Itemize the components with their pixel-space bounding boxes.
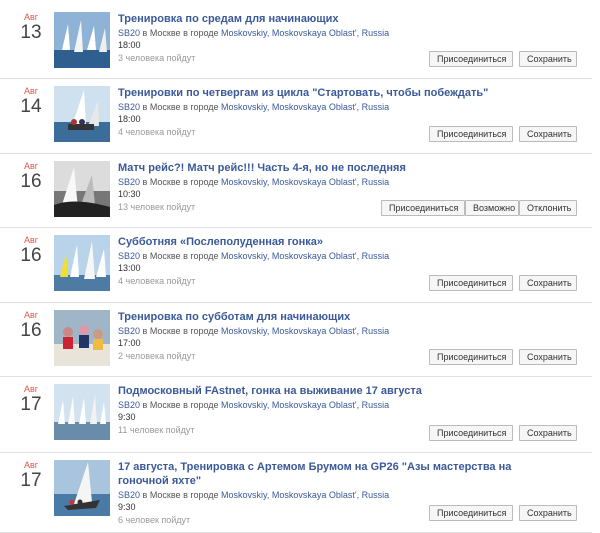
event-location: SB20 в Москве в городе Moskovskiy, Mosko… — [118, 250, 538, 262]
event-title-link[interactable]: Тренировки по четвергам из цикла "Старто… — [118, 86, 538, 100]
maybe-button[interactable]: Возможно — [465, 200, 519, 216]
event-month: Авг — [23, 235, 39, 245]
save-button[interactable]: Сохранить — [519, 51, 577, 67]
event-venue-link[interactable]: SB20 — [118, 251, 140, 261]
event-day: 13 — [20, 22, 42, 43]
event-location: SB20 в Москве в городе Moskovskiy, Mosko… — [118, 176, 538, 188]
event-venue-link[interactable]: SB20 — [118, 102, 140, 112]
event-day: 16 — [20, 171, 42, 192]
event-row: Авг 16 Тренировка по субботам для начина… — [0, 302, 592, 377]
event-time: 18:00 — [118, 40, 141, 50]
event-title-link[interactable]: Подмосковный FAstnet, гонка на выживание… — [118, 384, 538, 398]
event-title-link[interactable]: 17 августа, Тренировка с Артемом Брумом … — [118, 460, 538, 488]
event-date: Авг 17 — [10, 384, 52, 416]
join-button[interactable]: Присоединиться — [429, 275, 513, 291]
event-row: Авг 16 Матч рейс?! Матч рейс!!! Часть 4-… — [0, 153, 592, 228]
event-location: SB20 в Москве в городе Moskovskiy, Mosko… — [118, 399, 538, 411]
event-date: Авг 13 — [10, 12, 52, 44]
event-venue-link[interactable]: SB20 — [118, 326, 140, 336]
join-button[interactable]: Присоединиться — [429, 505, 513, 521]
join-button[interactable]: Присоединиться — [429, 126, 513, 142]
event-photo[interactable] — [54, 12, 110, 68]
event-location-prep: в Москве — [142, 326, 181, 336]
event-title-link[interactable]: Тренировка по средам для начинающих — [118, 12, 538, 26]
save-button[interactable]: Сохранить — [519, 425, 577, 441]
event-location-prep: в городе — [183, 251, 219, 261]
event-row: Авг 14 Тренировки по четвергам из цикла … — [0, 78, 592, 154]
event-date: Авг 16 — [10, 310, 52, 342]
event-photo[interactable] — [54, 460, 110, 516]
event-month: Авг — [23, 384, 39, 394]
event-photo[interactable] — [54, 161, 110, 217]
event-month: Авг — [23, 12, 39, 22]
event-month: Авг — [23, 310, 39, 320]
event-location-prep: в городе — [183, 177, 219, 187]
event-day: 16 — [20, 245, 42, 266]
event-location: SB20 в Москве в городе Moskovskiy, Mosko… — [118, 489, 538, 501]
event-row: Авг 17 17 августа, Тренировка с Артемом … — [0, 452, 592, 533]
event-time: 18:00 — [118, 114, 141, 124]
event-date: Авг 16 — [10, 161, 52, 193]
event-row: Авг 13 Тренировка по средам для начинающ… — [0, 4, 592, 79]
event-location-prep: в городе — [183, 326, 219, 336]
event-date: Авг 14 — [10, 86, 52, 118]
event-location-prep: в Москве — [142, 102, 181, 112]
event-location-prep: в Москве — [142, 251, 181, 261]
join-button[interactable]: Присоединиться — [429, 425, 513, 441]
event-photo[interactable] — [54, 86, 110, 142]
event-photo[interactable] — [54, 384, 110, 440]
event-location: SB20 в Москве в городе Moskovskiy, Mosko… — [118, 27, 538, 39]
event-venue-link[interactable]: SB20 — [118, 400, 140, 410]
event-photo[interactable] — [54, 235, 110, 291]
event-place-link[interactable]: Moskovskiy, Moskovskaya Oblast', Russia — [221, 102, 389, 112]
event-location-prep: в Москве — [142, 400, 181, 410]
join-button[interactable]: Присоединиться — [381, 200, 465, 216]
event-time: 9:30 — [118, 412, 136, 422]
event-venue-link[interactable]: SB20 — [118, 28, 140, 38]
event-photo[interactable] — [54, 310, 110, 366]
event-title-link[interactable]: Субботняя «Послеполуденная гонка» — [118, 235, 538, 249]
event-place-link[interactable]: Moskovskiy, Moskovskaya Oblast', Russia — [221, 177, 389, 187]
event-list: Авг 13 Тренировка по средам для начинающ… — [0, 0, 600, 533]
event-location-prep: в Москве — [142, 28, 181, 38]
event-day: 14 — [20, 96, 42, 117]
event-location: SB20 в Москве в городе Moskovskiy, Mosko… — [118, 325, 538, 337]
event-title-link[interactable]: Матч рейс?! Матч рейс!!! Часть 4-я, но н… — [118, 161, 538, 175]
join-button[interactable]: Присоединиться — [429, 51, 513, 67]
event-title-link[interactable]: Тренировка по субботам для начинающих — [118, 310, 538, 324]
event-venue-link[interactable]: SB20 — [118, 177, 140, 187]
event-place-link[interactable]: Moskovskiy, Moskovskaya Oblast', Russia — [221, 490, 389, 500]
event-day: 17 — [20, 394, 42, 415]
event-location-prep: в городе — [183, 400, 219, 410]
save-button[interactable]: Сохранить — [519, 349, 577, 365]
event-place-link[interactable]: Moskovskiy, Moskovskaya Oblast', Russia — [221, 326, 389, 336]
event-time: 10:30 — [118, 189, 141, 199]
save-button[interactable]: Сохранить — [519, 275, 577, 291]
event-location-prep: в городе — [183, 28, 219, 38]
event-place-link[interactable]: Moskovskiy, Moskovskaya Oblast', Russia — [221, 28, 389, 38]
event-location-prep: в Москве — [142, 490, 181, 500]
join-button[interactable]: Присоединиться — [429, 349, 513, 365]
event-month: Авг — [23, 460, 39, 470]
save-button[interactable]: Сохранить — [519, 505, 577, 521]
decline-button[interactable]: Отклонить — [519, 200, 577, 216]
event-month: Авг — [23, 161, 39, 171]
event-date: Авг 16 — [10, 235, 52, 267]
event-location-prep: в городе — [183, 102, 219, 112]
event-location-prep: в городе — [183, 490, 219, 500]
event-time: 17:00 — [118, 338, 141, 348]
event-month: Авг — [23, 86, 39, 96]
event-date: Авг 17 — [10, 460, 52, 492]
event-row: Авг 16 Субботняя «Послеполуденная гонка»… — [0, 227, 592, 303]
event-location-prep: в Москве — [142, 177, 181, 187]
event-venue-link[interactable]: SB20 — [118, 490, 140, 500]
event-time: 13:00 — [118, 263, 141, 273]
event-location: SB20 в Москве в городе Moskovskiy, Mosko… — [118, 101, 538, 113]
event-day: 16 — [20, 320, 42, 341]
event-place-link[interactable]: Moskovskiy, Moskovskaya Oblast', Russia — [221, 251, 389, 261]
save-button[interactable]: Сохранить — [519, 126, 577, 142]
event-row: Авг 17 Подмосковный FAstnet, гонка на вы… — [0, 376, 592, 453]
event-place-link[interactable]: Moskovskiy, Moskovskaya Oblast', Russia — [221, 400, 389, 410]
event-day: 17 — [20, 470, 42, 491]
